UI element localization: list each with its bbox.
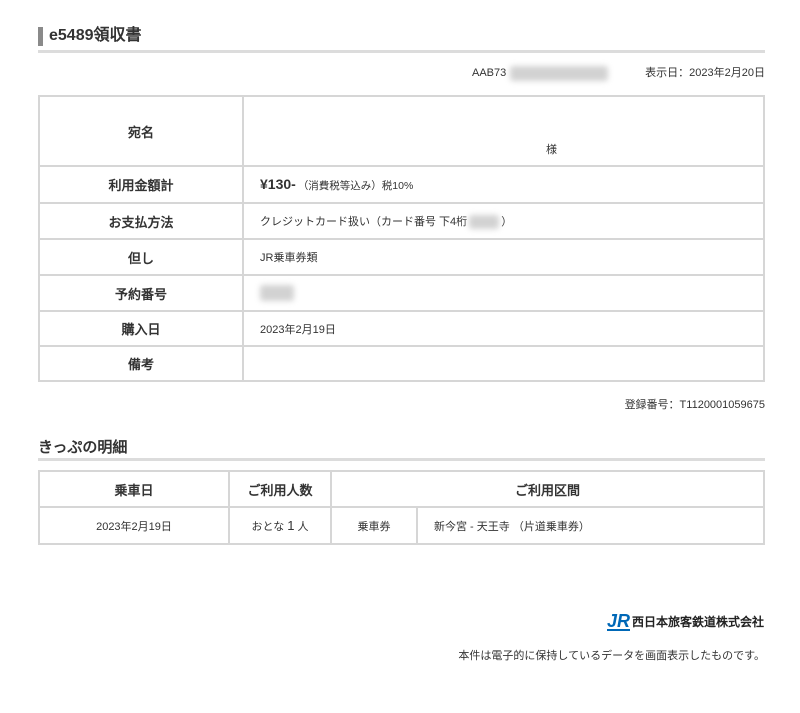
page-title: e5489領収書	[49, 27, 142, 44]
route-section: 新今宮 - 天王寺 （片道乗車券）	[416, 506, 765, 545]
addressee-honorific: 様	[546, 144, 557, 156]
receipt-row-addressee: 宛名 様	[38, 95, 765, 167]
column-header-section: ご利用区間	[330, 470, 765, 508]
ticket-type: 乗車券	[330, 506, 418, 545]
payment-label: お支払方法	[38, 202, 244, 240]
receipt-row-purchase-date: 購入日 2023年2月19日	[38, 310, 765, 347]
addressee-cell: 様	[242, 95, 765, 167]
proviso-label: 但し	[38, 238, 244, 276]
jr-logo-underline	[607, 629, 630, 631]
ticket-details-table: 乗車日 ご利用人数 ご利用区間 2023年2月19日 おとな 1 人 乗車券 新今宮…	[38, 470, 765, 545]
proviso-value: JR乗車券類	[242, 238, 765, 276]
table-row: 2023年2月19日 おとな 1 人 乗車券 新今宮 - 天王寺 （片道乗車券）	[38, 506, 765, 545]
payment-cell: クレジットカード扱い（カード番号 下4桁 ）	[242, 202, 765, 240]
receipt-row-payment: お支払方法 クレジットカード扱い（カード番号 下4桁 ）	[38, 202, 765, 240]
ticket-details-divider	[38, 458, 765, 461]
display-date: 表示日：2023年2月20日	[645, 67, 765, 79]
title-accent-bar	[38, 27, 43, 46]
receipt-table: 宛名 様 利用金額計 ¥130- （消費税等込み）税10% お支払方法 クレジット…	[38, 95, 765, 382]
ride-date: 2023年2月19日	[38, 506, 230, 545]
column-header-passengers: ご利用人数	[228, 470, 332, 508]
passenger-type: おとな	[251, 520, 285, 533]
reservation-cell	[242, 274, 765, 312]
remarks-label: 備考	[38, 345, 244, 382]
title-divider	[38, 50, 765, 53]
purchase-date-label: 購入日	[38, 310, 244, 347]
receipt-row-total: 利用金額計 ¥130- （消費税等込み）税10%	[38, 165, 765, 204]
receipt-number: AAB73	[472, 67, 507, 79]
passenger-count: 1	[287, 517, 295, 533]
receipt-row-reservation: 予約番号	[38, 274, 765, 312]
total-label: 利用金額計	[38, 165, 244, 204]
jr-west-logo-icon: JR	[607, 611, 630, 631]
addressee-label: 宛名	[38, 95, 244, 167]
passenger-unit: 人	[297, 520, 309, 533]
ticket-details-header-row: 乗車日 ご利用人数 ご利用区間	[38, 470, 765, 508]
jr-logo-text: JR	[607, 611, 630, 631]
redacted-card-digits	[469, 215, 500, 230]
purchase-date-value: 2023年2月19日	[242, 310, 765, 347]
tax-note: （消費税等込み）税10%	[297, 180, 414, 192]
ticket-details-heading: きっぷの明細	[38, 439, 128, 456]
electronic-data-notice: 本件は電子的に保持しているデータを画面表示したものです。	[458, 650, 765, 662]
total-amount: ¥130-	[260, 176, 296, 192]
column-header-date: 乗車日	[38, 470, 230, 508]
redacted-reservation-number	[260, 285, 294, 301]
redacted-receipt-number	[510, 66, 608, 81]
payment-close-paren: ）	[501, 215, 513, 228]
payment-method: クレジットカード扱い（カード番号 下4桁	[260, 215, 468, 228]
receipt-row-proviso: 但し JR乗車券類	[38, 238, 765, 276]
reservation-label: 予約番号	[38, 274, 244, 312]
page-header: e5489領収書	[38, 24, 765, 54]
total-cell: ¥130- （消費税等込み）税10%	[242, 165, 765, 204]
company-name: 西日本旅客鉄道株式会社	[632, 615, 765, 629]
registration-number: 登録番号：T1120001059675	[624, 399, 765, 411]
receipt-row-remarks: 備考	[38, 345, 765, 382]
passenger-count-cell: おとな 1 人	[228, 506, 332, 545]
remarks-value	[242, 345, 765, 382]
